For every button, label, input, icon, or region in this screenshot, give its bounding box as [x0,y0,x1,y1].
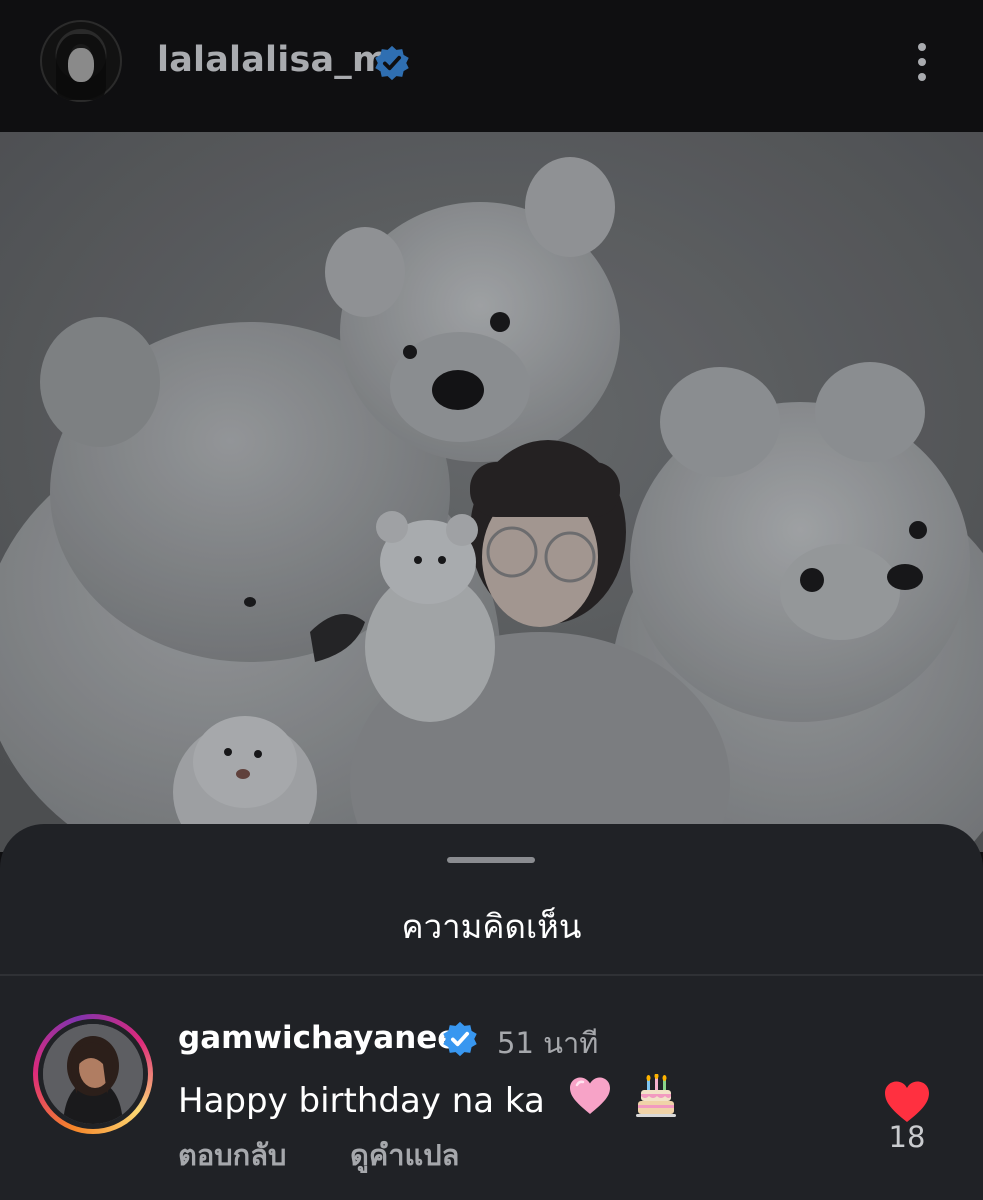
commenter-avatar[interactable] [33,1014,153,1134]
avatar-face [68,48,94,82]
comment-text: Happy birthday na ka [178,1081,545,1121]
commenter-portrait [43,1024,143,1124]
birthday-cake-icon [636,1074,677,1117]
comment-timestamp: 51 นาที [497,1026,599,1060]
profile-username[interactable]: lalalalisa_m [157,40,389,80]
profile-avatar[interactable] [40,20,122,102]
comment-username[interactable]: gamwichayanee [178,1020,458,1056]
verified-badge-icon [375,45,409,81]
more-vertical-icon[interactable] [906,40,938,84]
post-header: lalalalisa_m [0,0,983,132]
verified-badge-icon [443,1021,477,1057]
see-translation-button[interactable]: ดูคำแปล [350,1132,459,1178]
post-photo-illustration [0,132,983,852]
comments-title: ความคิดเห็น [401,907,582,946]
post-photo[interactable] [0,132,983,852]
like-count: 18 [888,1120,926,1154]
reply-button[interactable]: ตอบกลับ [178,1132,286,1178]
comment-body: Happy birthday na ka [178,1074,677,1121]
like-heart-icon[interactable] [883,1080,931,1124]
comments-sheet: ความคิดเห็น gamwichayanee 51 นาที Happy … [0,824,983,1200]
sheet-drag-handle[interactable] [447,857,535,863]
pink-heart-icon [569,1077,610,1114]
sheet-divider [0,974,983,976]
commenter-avatar-image [43,1024,143,1124]
